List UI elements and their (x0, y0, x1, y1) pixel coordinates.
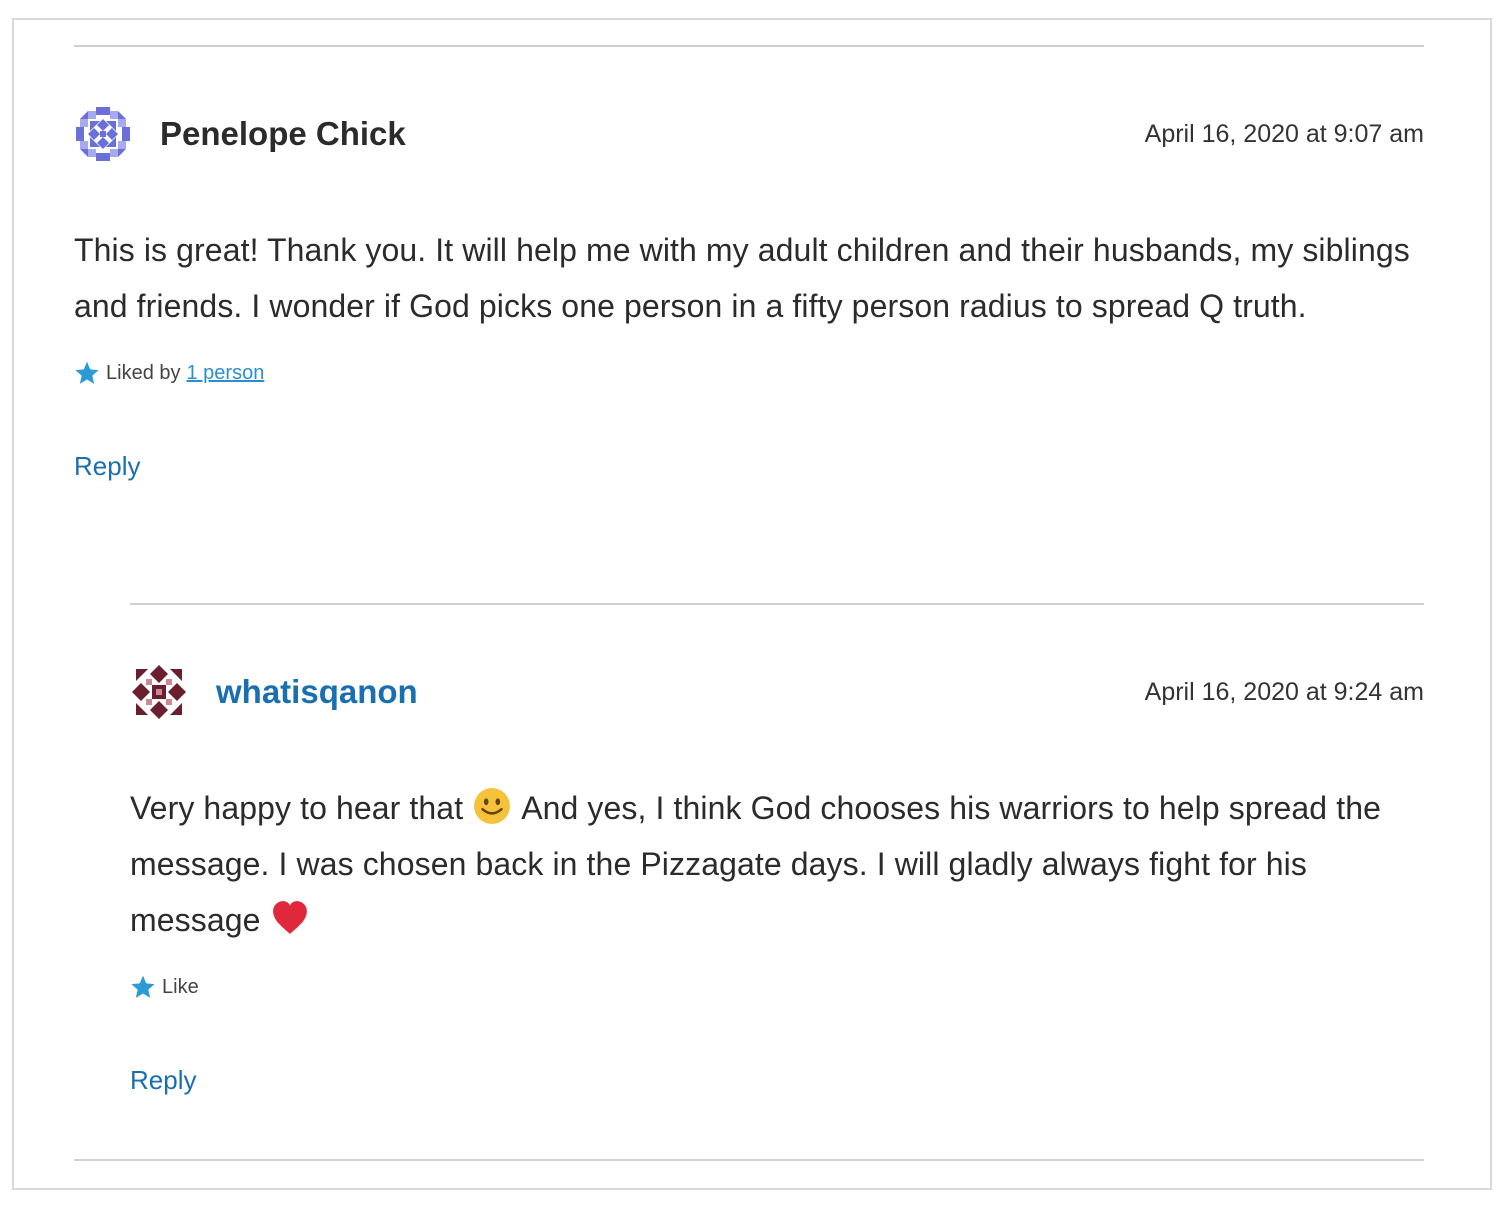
identicon-avatar[interactable] (130, 663, 188, 721)
comment-penelope: Penelope Chick April 16, 2020 at 9:07 am… (74, 46, 1424, 482)
smiley-emoji-icon (474, 788, 511, 824)
reply-link[interactable]: Reply (74, 450, 140, 482)
comment-header: Penelope Chick April 16, 2020 at 9:07 am (74, 46, 1424, 226)
identicon-avatar (74, 105, 132, 163)
likes-count-link[interactable]: 1 person (187, 360, 265, 386)
comment-header: whatisqanon April 16, 2020 at 9:24 am (130, 604, 1424, 784)
star-icon[interactable] (74, 360, 100, 386)
comment-text-part1: Very happy to hear that (130, 790, 464, 826)
comment-whatisqanon: whatisqanon April 16, 2020 at 9:24 am Ve… (130, 604, 1424, 1096)
divider-bottom (74, 1159, 1424, 1161)
reply-link[interactable]: Reply (130, 1064, 196, 1096)
likes-row: Liked by 1 person (74, 360, 1424, 386)
likes-label: Liked by (106, 362, 181, 384)
heart-emoji-icon (272, 901, 307, 934)
like-button[interactable]: Like (162, 974, 199, 1000)
comment-text: Very happy to hear that And yes, I think … (130, 780, 1420, 948)
star-icon[interactable] (130, 974, 156, 1000)
comment-date[interactable]: April 16, 2020 at 9:07 am (1145, 118, 1424, 150)
comment-text: This is great! Thank you. It will help m… (74, 232, 1410, 324)
comment-author: Penelope Chick (160, 115, 406, 152)
comment-author-link[interactable]: whatisqanon (216, 672, 418, 712)
likes-row: Like (130, 974, 1424, 1000)
comment-date[interactable]: April 16, 2020 at 9:24 am (1145, 676, 1424, 708)
